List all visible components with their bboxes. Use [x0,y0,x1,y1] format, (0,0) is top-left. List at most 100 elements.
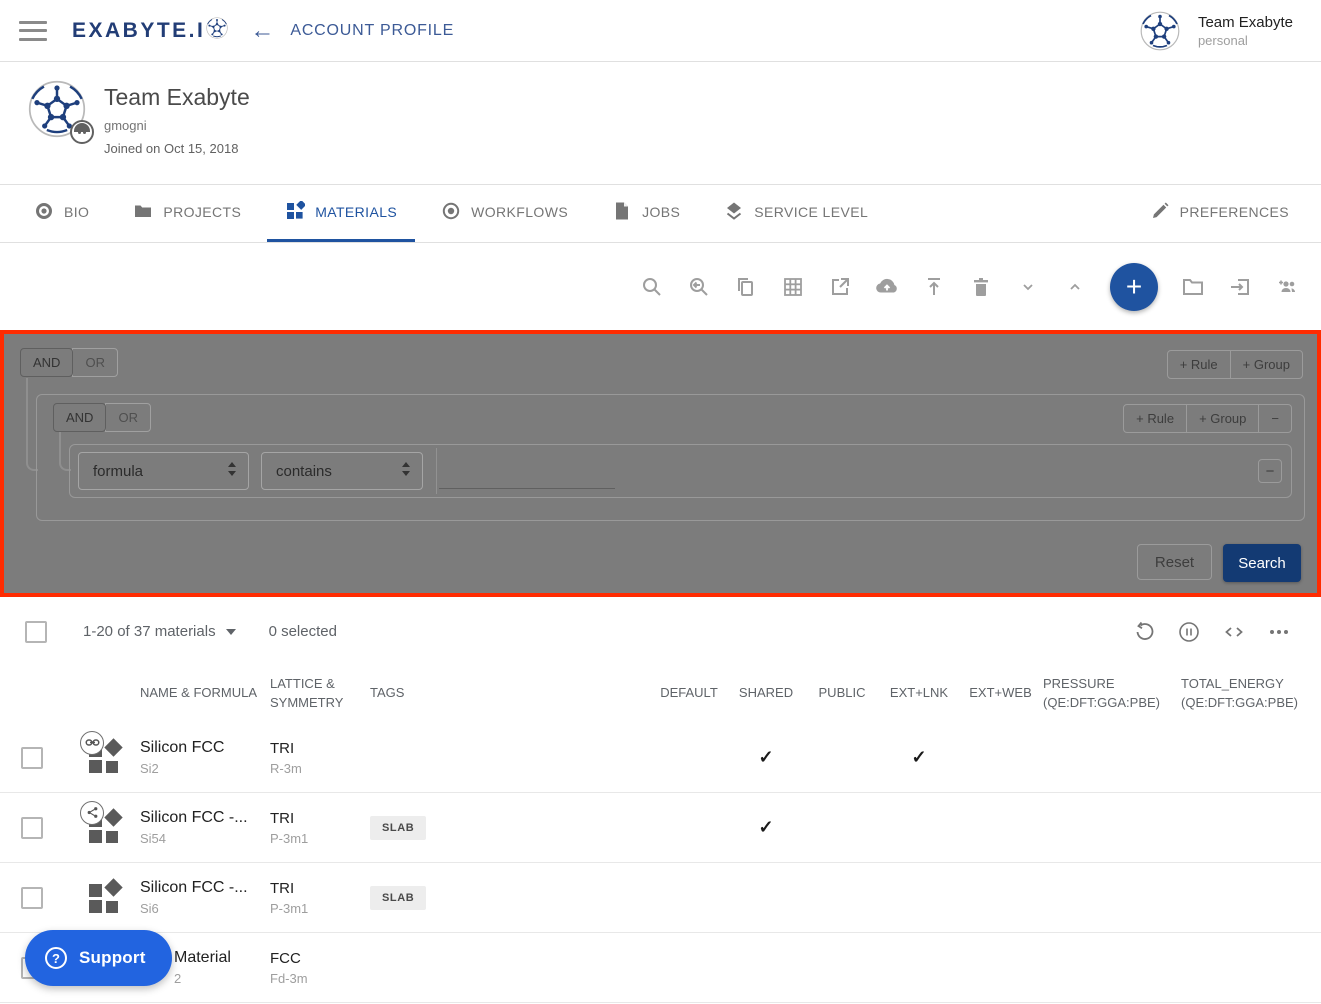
user-name: Team Exabyte [1198,14,1293,31]
checkmark-icon: ✓ [728,817,804,838]
material-icon [88,881,122,915]
layers-icon [724,201,744,224]
more-horiz-icon[interactable] [1267,620,1291,644]
tag-chip: SLAB [370,816,426,840]
outer-group-actions: + Rule + Group [1167,350,1303,379]
reset-button[interactable]: Reset [1137,544,1212,580]
copy-icon[interactable] [734,275,758,299]
tab-materials[interactable]: MATERIALS [267,185,415,242]
grid-icon[interactable] [781,275,805,299]
inner-add-rule-button[interactable]: + Rule [1123,404,1187,433]
rule-field-select[interactable]: formula [78,452,249,490]
support-button[interactable]: ? Support [25,930,172,986]
column-header: NAME & FORMULA [140,683,270,703]
outer-add-group-button[interactable]: + Group [1230,350,1303,379]
group-add-icon[interactable] [1275,275,1299,299]
tab-jobs[interactable]: JOBS [594,185,698,242]
menu-icon[interactable] [19,21,47,41]
lattice-type: TRI [270,880,370,897]
open-in-new-icon[interactable] [828,275,852,299]
tab-workflows[interactable]: WORKFLOWS [423,185,586,242]
rule-operator-select[interactable]: contains [261,452,423,490]
list-controls: 1-20 of 37 materials 0 selected [0,600,1321,663]
rule-value-input[interactable] [439,459,615,489]
lattice-type: TRI [270,740,370,757]
undo-icon[interactable] [1132,620,1156,644]
query-rule-row: formula contains − [69,444,1292,498]
lattice-type: TRI [270,810,370,827]
caret-down-icon [226,629,236,635]
table-row[interactable]: Material 2 FCC Fd-3m [0,933,1321,1003]
material-icon [88,811,122,845]
column-header: EXT+WEB [958,683,1043,703]
column-header: TOTAL_ENERGY(QE:DFT:GGA:PBE) [1181,674,1321,713]
row-checkbox[interactable] [21,887,43,909]
search-again-icon[interactable] [687,275,711,299]
tag-chip: SLAB [370,886,426,910]
code-icon[interactable] [1222,620,1246,644]
question-circle-icon: ? [45,947,67,969]
material-formula: 2 [174,971,270,986]
table-row[interactable]: Silicon FCC Si2 TRI R-3m ✓✓ [0,723,1321,793]
outer-or-button[interactable]: OR [72,348,118,377]
exit-to-app-icon[interactable] [1228,275,1252,299]
inner-or-button[interactable]: OR [105,403,151,432]
add-fab-button[interactable]: + [1110,263,1158,311]
search-icon[interactable] [640,275,664,299]
tab-preferences[interactable]: PREFERENCES [1132,185,1307,242]
symmetry-group: P-3m1 [270,831,370,846]
remove-rule-button[interactable]: − [1258,459,1282,483]
pause-circle-icon[interactable] [1177,620,1201,644]
profile-username: gmogni [104,118,147,133]
chevron-up-icon[interactable] [1063,275,1087,299]
tab-service-level[interactable]: SERVICE LEVEL [706,185,886,242]
target-icon [441,201,461,224]
row-checkbox[interactable] [21,817,43,839]
search-button[interactable]: Search [1223,544,1301,582]
chevron-down-icon[interactable] [1016,275,1040,299]
profile-avatar [28,80,86,138]
share-badge-icon [80,801,104,825]
user-avatar[interactable] [1140,11,1180,51]
column-header: PRESSURE(QE:DFT:GGA:PBE) [1043,674,1181,713]
column-header: LATTICE &SYMMETRY [270,674,370,713]
link-badge-icon [80,731,104,755]
material-name[interactable]: Material [174,949,270,967]
query-builder-panel: AND OR + Rule + Group AND OR + Rule + Gr… [0,330,1321,597]
cloud-upload-icon[interactable] [875,275,899,299]
pagination-range[interactable]: 1-20 of 37 materials [83,623,236,640]
tab-bio[interactable]: BIO [16,185,107,242]
outer-and-button[interactable]: AND [20,348,73,377]
back-arrow-icon[interactable]: ← [250,19,274,43]
inner-and-button[interactable]: AND [53,403,106,432]
eye-icon [34,201,54,224]
inner-add-group-button[interactable]: + Group [1186,404,1259,433]
profile-section: Team Exabyte gmogni Joined on Oct 15, 20… [0,62,1321,185]
remove-group-button[interactable]: − [1258,404,1292,433]
material-name[interactable]: Silicon FCC [140,739,270,757]
material-name[interactable]: Silicon FCC -... [140,879,270,897]
unfold-more-icon [226,461,238,481]
table-row[interactable]: Silicon FCC -... Si54 TRI P-3m1 SLAB ✓ [0,793,1321,863]
upload-icon[interactable] [922,275,946,299]
delete-icon[interactable] [969,275,993,299]
exabyte-logo[interactable]: EXABYTE.I [72,17,228,45]
column-header: TAGS [370,683,650,703]
account-type: personal [1198,33,1293,48]
materials-table: Silicon FCC Si2 TRI R-3m ✓✓ Silicon FCC … [0,723,1321,1003]
select-all-checkbox[interactable] [25,621,47,643]
tab-projects[interactable]: PROJECTS [115,185,259,242]
profile-name: Team Exabyte [104,84,250,111]
outer-add-rule-button[interactable]: + Rule [1167,350,1231,379]
selected-count: 0 selected [269,623,337,640]
logo-text: EXABYTE.I [72,19,205,43]
symmetry-group: P-3m1 [270,901,370,916]
document-icon [612,201,632,224]
column-header: EXT+LNK [880,683,958,703]
row-checkbox[interactable] [21,747,43,769]
material-formula: Si2 [140,761,270,776]
folder-icon[interactable] [1181,275,1205,299]
rule-divider [436,448,437,494]
material-name[interactable]: Silicon FCC -... [140,809,270,827]
table-row[interactable]: Silicon FCC -... Si6 TRI P-3m1 SLAB [0,863,1321,933]
